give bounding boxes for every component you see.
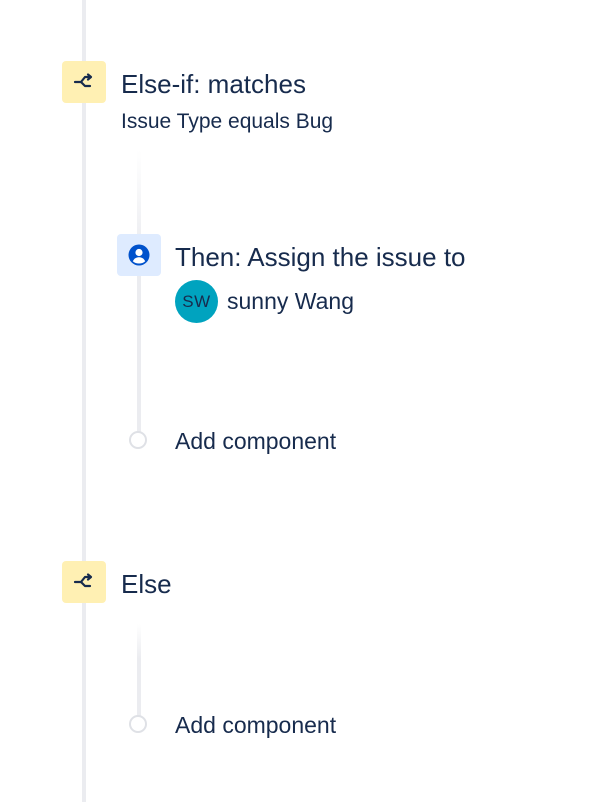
add-component-link[interactable]: Add component (175, 427, 336, 455)
assignee-name: sunny Wang (227, 288, 354, 314)
else-if-condition: Issue Type equals Bug (121, 110, 334, 133)
else-title[interactable]: Else (121, 569, 172, 599)
else-if-title[interactable]: Else-if: matches (121, 69, 306, 99)
add-component-dot-icon[interactable] (129, 431, 147, 449)
rule-flow-canvas: Else-if: matches Issue Type equals Bug T… (0, 0, 598, 802)
else-branch-icon[interactable] (62, 561, 106, 603)
avatar: SW (175, 280, 218, 323)
add-component-link[interactable]: Add component (175, 711, 336, 739)
then-action-title[interactable]: Then: Assign the issue to (175, 242, 466, 272)
assign-user-icon (128, 244, 150, 266)
add-component-dot-icon[interactable] (129, 715, 147, 733)
then-action-icon-box[interactable] (117, 234, 161, 276)
else-if-branch-icon[interactable] (62, 61, 106, 103)
branch-icon (73, 73, 93, 88)
else-if-nested-rail (137, 150, 141, 440)
main-flow-rail (82, 0, 86, 802)
else-nested-rail (137, 624, 141, 724)
branch-icon (73, 573, 93, 588)
